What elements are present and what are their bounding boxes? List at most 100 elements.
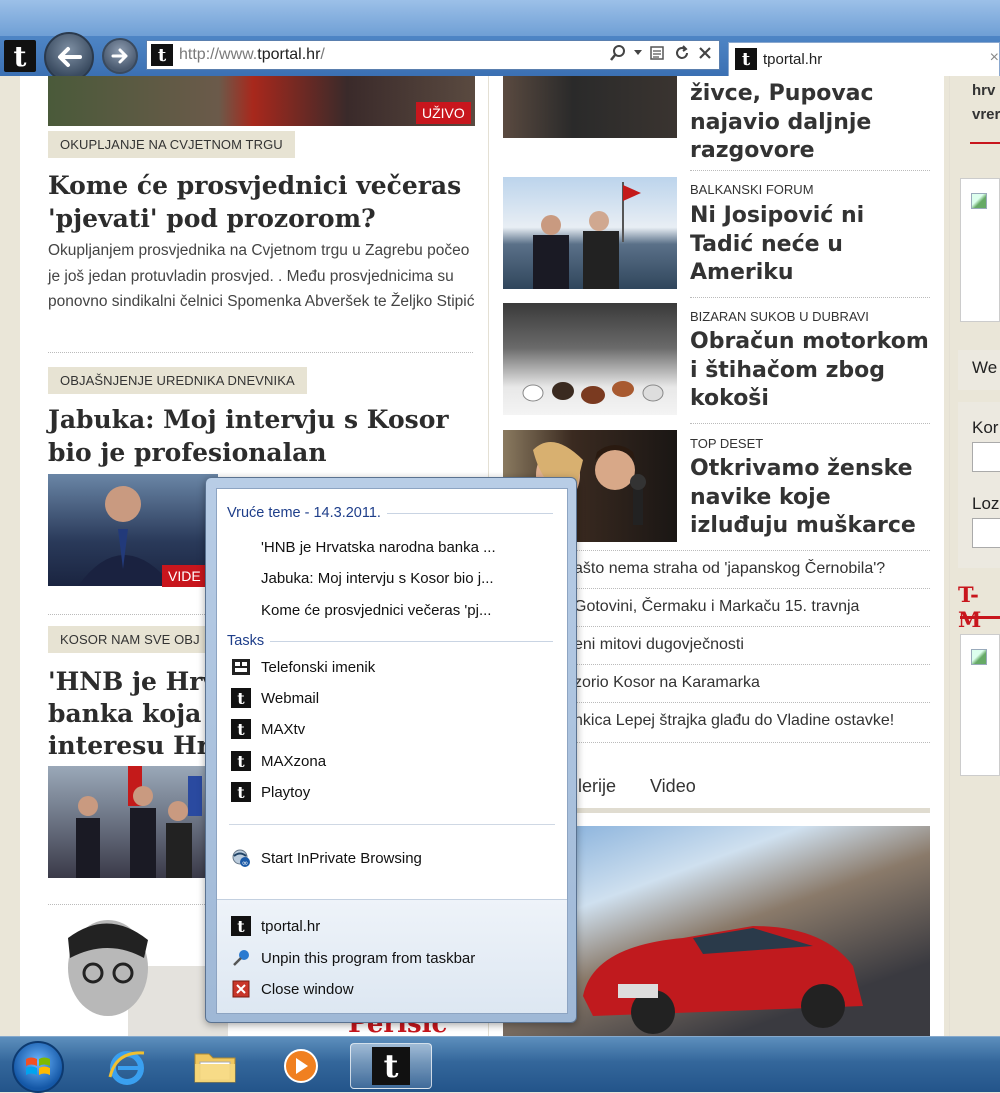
internet-explorer-icon: [108, 1051, 145, 1085]
jump-list-popup: Vruće teme - 14.3.2011. 'HNB je Hrvatska…: [205, 477, 577, 1023]
svg-text:∞: ∞: [242, 859, 249, 868]
politicians-photo[interactable]: [48, 766, 208, 878]
site-favicon: t: [151, 44, 173, 66]
title-bar: [0, 0, 1000, 36]
divider: [48, 352, 473, 353]
sidebar-text-line[interactable]: hrv: [972, 80, 995, 102]
columnist-photo[interactable]: [48, 918, 228, 1036]
story-title[interactable]: živce, Pupovac najavio daljnje razgovore: [690, 80, 935, 166]
jump-list-footer: t tportal.hr Unpin this program from tas…: [217, 899, 567, 1013]
footer-item-label: tportal.hr: [261, 917, 321, 935]
refresh-icon[interactable]: [673, 44, 691, 62]
back-button[interactable]: [44, 32, 94, 82]
article-title[interactable]: Jabuka: Moj intervju s Kosor bio je prof…: [48, 404, 488, 469]
jump-list-separator: [229, 824, 555, 825]
chickens-photo[interactable]: [503, 303, 677, 415]
password-label: Loz: [972, 494, 1000, 513]
forum-photo[interactable]: [503, 177, 677, 289]
arrow-right-icon: [111, 48, 128, 64]
tportal-icon: t: [231, 916, 251, 936]
tab-favicon: t: [735, 48, 757, 70]
task-telefonski-imenik[interactable]: Telefonski imenik: [231, 657, 375, 677]
story-category[interactable]: BALKANSKI FORUM: [690, 182, 814, 197]
meeting-photo[interactable]: [503, 76, 677, 138]
taskbar: t: [0, 1036, 1000, 1093]
compatibility-view-icon[interactable]: [649, 44, 667, 62]
ad-placeholder[interactable]: [960, 178, 1000, 322]
article-category-label[interactable]: KOSOR NAM SVE OBJ: [48, 626, 212, 653]
stop-icon[interactable]: [697, 45, 713, 61]
news-list-item[interactable]: ašto nema straha od 'japanskog Černobila…: [574, 560, 885, 578]
taskbar-internet-explorer[interactable]: [96, 1043, 158, 1089]
task-label: Telefonski imenik: [261, 658, 376, 676]
news-list-item[interactable]: Gotovini, Čermaku i Markaču 15. travnja: [574, 598, 859, 616]
dropdown-chevron-icon[interactable]: [633, 49, 643, 57]
open-tportal-button[interactable]: t tportal.hr: [231, 916, 320, 936]
search-icon[interactable]: [609, 44, 627, 62]
recent-item[interactable]: Kome će prosvjednici večeras 'pj...: [261, 602, 491, 619]
inprivate-label: Start InPrivate Browsing: [261, 849, 422, 867]
close-window-button[interactable]: Close window: [231, 979, 354, 999]
tab-video[interactable]: Video: [650, 776, 696, 797]
folder-icon: [194, 1053, 236, 1083]
task-maxtv[interactable]: t MAXtv: [231, 719, 305, 739]
recent-item[interactable]: 'HNB je Hrvatska narodna banka ...: [261, 539, 496, 556]
username-input[interactable]: [972, 442, 1000, 472]
recent-item[interactable]: Jabuka: Moj intervju s Kosor bio j...: [261, 570, 494, 587]
news-list-item[interactable]: nkica Lepej štrajka glađu do Vladine ost…: [574, 712, 894, 730]
politicians-illustration: [76, 766, 202, 878]
password-input[interactable]: [972, 518, 1000, 548]
browser-chrome: t t http://www.tportal.hr/ t tportal.hr …: [0, 0, 1000, 82]
jump-list-panel: Vruće teme - 14.3.2011. 'HNB je Hrvatska…: [216, 488, 568, 1014]
tasks-category-header: Tasks: [227, 633, 553, 649]
article-title[interactable]: Kome će prosvjednici večeras 'pjevati' p…: [48, 170, 488, 235]
tportal-taskbar-icon: t: [372, 1047, 410, 1085]
address-bar[interactable]: t http://www.tportal.hr/: [146, 40, 720, 70]
media-player-icon: [284, 1049, 318, 1083]
task-playtoy[interactable]: t Playtoy: [231, 782, 310, 802]
story-title[interactable]: Obračun motorkom i štihačom zbog kokoši: [690, 328, 935, 414]
news-list-item[interactable]: zorio Kosor na Karamarka: [574, 674, 760, 692]
divider: [690, 423, 930, 424]
story-title[interactable]: Otkrivamo ženske navike koje izluđuju mu…: [690, 455, 935, 541]
windows-logo-icon: [26, 1057, 50, 1075]
columnist-illustration: [68, 920, 228, 1036]
news-list-item[interactable]: eni mitovi dugovječnosti: [574, 636, 744, 654]
address-bar-actions: [609, 44, 713, 62]
arrow-left-icon: [58, 47, 82, 67]
divider: [690, 297, 930, 298]
taskbar-tportal-pinned[interactable]: t: [350, 1043, 432, 1089]
task-webmail[interactable]: t Webmail: [231, 688, 319, 708]
sidebar-text-line[interactable]: vrer: [972, 104, 1000, 126]
story-category[interactable]: BIZARAN SUKOB U DUBRAVI: [690, 309, 869, 324]
unpin-button[interactable]: Unpin this program from taskbar: [231, 948, 475, 968]
red-divider: [970, 142, 1000, 144]
tportal-icon: t: [231, 782, 251, 802]
tab-title: tportal.hr: [763, 51, 823, 68]
story-category[interactable]: TOP DESET: [690, 436, 763, 451]
tm-section-title[interactable]: T-M: [958, 582, 981, 632]
taskbar-media-player[interactable]: [270, 1043, 332, 1089]
article-category-label[interactable]: OBJAŠNJENJE UREDNIKA DNEVNIKA: [48, 367, 307, 394]
tportal-icon: t: [231, 688, 251, 708]
article-category-label[interactable]: OKUPLJANJE NA CVJETNOM TRGU: [48, 131, 295, 158]
task-maxzona[interactable]: t MAXzona: [231, 751, 326, 771]
ad-placeholder[interactable]: [960, 634, 1000, 776]
tportal-icon: t: [231, 751, 251, 771]
story-title[interactable]: Ni Josipović ni Tadić neće u Ameriku: [690, 202, 935, 288]
tab-gallery[interactable]: lerije: [578, 776, 616, 797]
divider: [690, 170, 930, 171]
protest-photo[interactable]: [48, 76, 475, 126]
browser-tab[interactable]: t tportal.hr ×: [728, 42, 1000, 76]
task-label: Playtoy: [261, 783, 311, 801]
tab-close-icon[interactable]: ×: [990, 49, 999, 67]
start-inprivate-button[interactable]: ∞ Start InPrivate Browsing: [231, 848, 422, 868]
tportal-app-icon[interactable]: t: [4, 40, 36, 73]
article-summary: Okupljanjem prosvjednika na Cvjetnom trg…: [48, 242, 475, 311]
url-text[interactable]: http://www.tportal.hr/: [179, 46, 325, 64]
task-label: MAXtv: [261, 720, 306, 738]
start-button[interactable]: [12, 1041, 64, 1093]
close-window-icon: [231, 979, 251, 999]
forward-button[interactable]: [102, 38, 138, 74]
taskbar-explorer[interactable]: [184, 1043, 246, 1089]
